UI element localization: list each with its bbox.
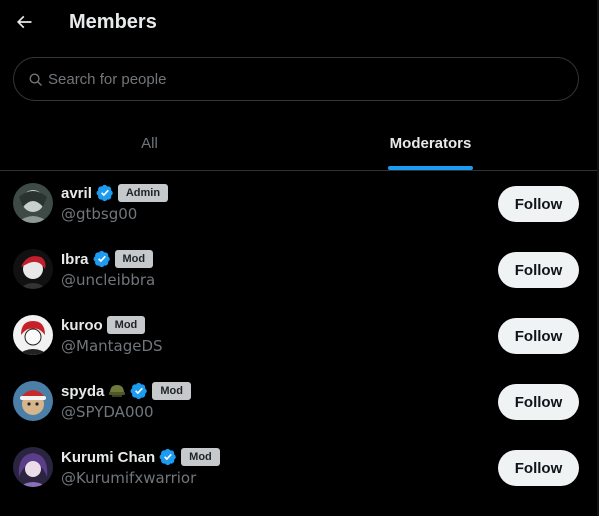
active-tab-indicator — [388, 166, 473, 170]
follow-button[interactable]: Follow — [498, 252, 579, 288]
member-name[interactable]: Ibra — [61, 251, 89, 268]
name-line: spyda Mod — [61, 380, 191, 402]
arrow-left-icon — [16, 15, 32, 29]
name-line: Kurumi Chan Mod — [61, 446, 220, 468]
follow-button[interactable]: Follow — [498, 450, 579, 486]
follow-button[interactable]: Follow — [498, 318, 579, 354]
verified-badge-icon — [96, 184, 114, 202]
member-handle: @SPYDA000 — [61, 403, 154, 421]
list-item[interactable]: Ibra Mod @uncleibbra Follow — [0, 237, 599, 303]
tab-bar: All Moderators — [0, 116, 599, 171]
avatar[interactable] — [13, 447, 53, 487]
search-input[interactable] — [48, 70, 548, 88]
role-badge: Mod — [114, 250, 154, 268]
list-item[interactable]: Kurumi Chan Mod @Kurumifxwarrior Follow — [0, 435, 599, 501]
search-icon — [28, 71, 44, 87]
list-item[interactable]: spyda Mod @SPYDA000 Follow — [0, 369, 599, 435]
name-line: kuroo Mod — [61, 314, 146, 336]
member-handle: @uncleibbra — [61, 271, 156, 289]
member-handle: @Kurumifxwarrior — [61, 469, 197, 487]
search-box[interactable] — [13, 57, 579, 101]
member-handle: @gtbsg00 — [61, 205, 138, 223]
role-badge: Mod — [152, 382, 191, 400]
avatar[interactable] — [13, 249, 53, 289]
verified-badge-icon — [93, 250, 111, 268]
member-name[interactable]: Kurumi Chan — [61, 449, 155, 466]
follow-button[interactable]: Follow — [498, 186, 579, 222]
member-name[interactable]: kuroo — [61, 317, 103, 334]
list-item[interactable]: avril Admin @gtbsg00 Follow — [0, 171, 599, 237]
header: Members — [0, 0, 599, 46]
back-button[interactable] — [10, 8, 38, 36]
avatar[interactable] — [13, 315, 53, 355]
page-title: Members — [69, 11, 157, 33]
verified-badge-icon — [159, 448, 177, 466]
name-line: Ibra Mod — [61, 248, 154, 270]
list-item[interactable]: kuroo Mod @MantageDS Follow — [0, 303, 599, 369]
member-name[interactable]: spyda — [61, 383, 104, 400]
member-handle: @MantageDS — [61, 337, 163, 355]
military-helmet-icon — [108, 382, 126, 400]
name-line: avril Admin — [61, 182, 169, 204]
member-list: avril Admin @gtbsg00 Follow Ibra Mod @un… — [0, 171, 599, 501]
tab-moderators[interactable]: Moderators — [281, 116, 580, 171]
avatar[interactable] — [13, 183, 53, 223]
tab-all[interactable]: All — [0, 116, 299, 171]
role-badge: Mod — [106, 316, 146, 334]
role-badge: Admin — [117, 184, 169, 202]
follow-button[interactable]: Follow — [498, 384, 579, 420]
role-badge: Mod — [181, 448, 220, 466]
avatar[interactable] — [13, 381, 53, 421]
verified-badge-icon — [130, 382, 148, 400]
member-name[interactable]: avril — [61, 185, 92, 202]
